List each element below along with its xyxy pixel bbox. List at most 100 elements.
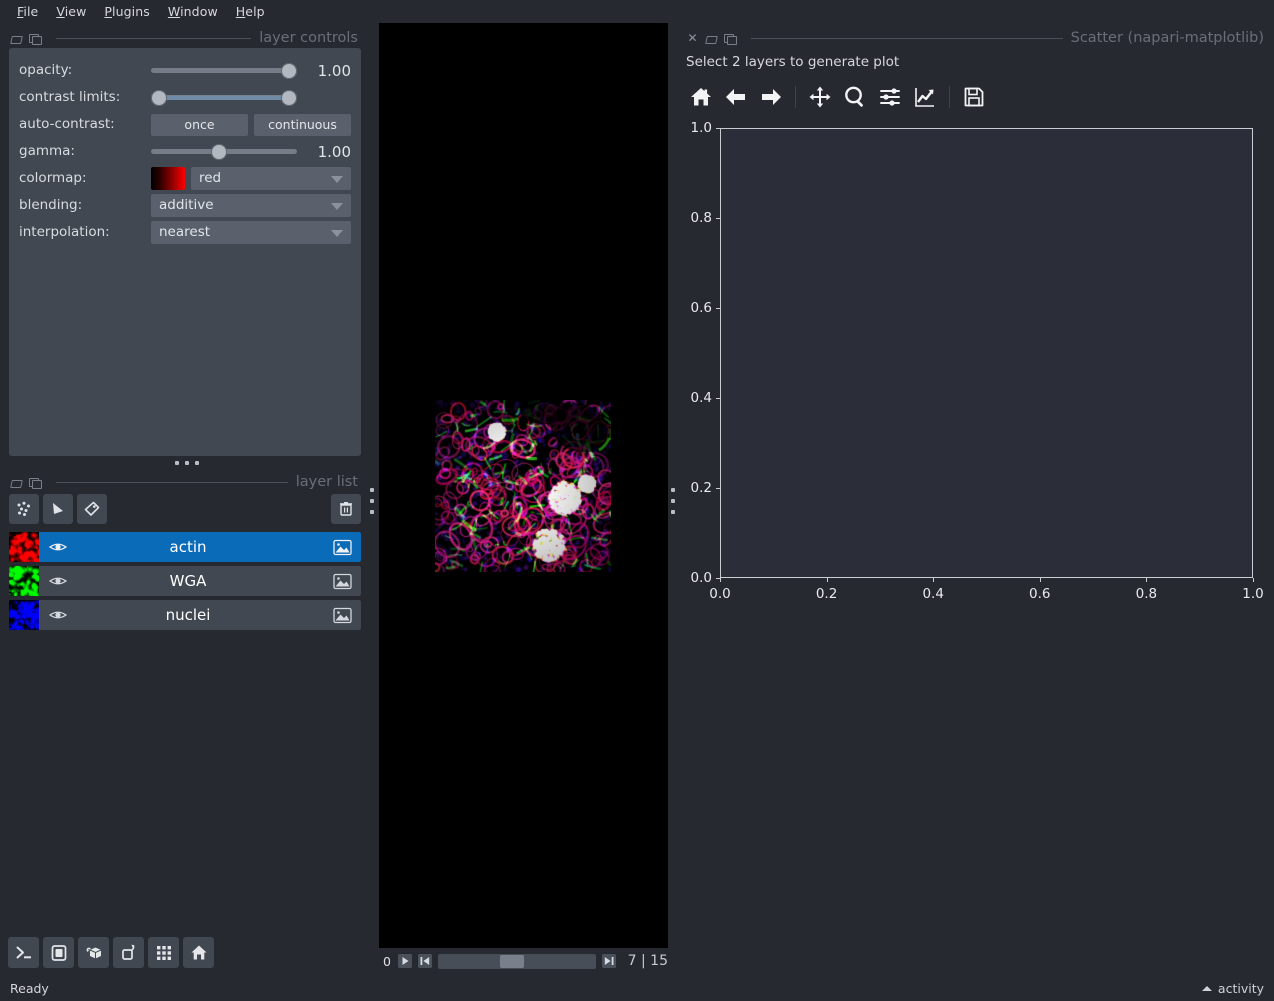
x-tick-label: 0.4 [922,586,944,602]
gamma-label: gamma: [19,143,75,159]
layer-list-dock-header: layer list [10,471,360,493]
chevron-down-icon [331,176,343,183]
x-tick-mark [826,578,828,582]
y-tick-label: 0.6 [690,300,712,316]
menu-item-plugins[interactable]: Plugins [95,2,158,21]
activity-button[interactable]: activity [1201,980,1264,996]
layer-list-title: layer list [295,474,358,490]
layer-name-label: nuclei [165,606,211,624]
subplot-sliders-icon[interactable] [875,82,905,112]
gamma-slider[interactable] [151,138,297,165]
image-layer-type-icon [331,537,353,557]
header-divider [56,37,252,39]
y-tick-mark [716,308,720,309]
interpolation-combobox[interactable]: nearest [151,221,351,244]
image-layer-type-icon [331,605,353,625]
console-icon [16,946,31,958]
interpolation-label: interpolation: [19,224,110,240]
dock-icon[interactable] [29,476,42,489]
chevron-down-icon [331,203,343,210]
contrast-limits-slider[interactable] [151,84,297,111]
transpose-dims-button[interactable] [113,937,144,968]
colormap-value: red [199,170,222,186]
forward-arrow-icon[interactable] [756,82,786,112]
scatter-hint-label: Select 2 layers to generate plot [686,54,900,70]
first-frame-button[interactable] [417,953,433,969]
y-tick-mark [716,218,720,219]
layer-row-nuclei[interactable]: nuclei [9,600,361,630]
activity-label: activity [1217,980,1264,996]
x-tick-mark [933,578,935,582]
matplotlib-toolbar [686,80,989,114]
dimension-slider-row: 0 7 | 15 [379,948,668,974]
contrast-limits-label: contrast limits: [19,89,121,105]
blending-combobox[interactable]: additive [151,194,351,217]
layer-thumbnail [9,566,39,596]
console-button[interactable] [8,937,39,968]
ndisplay-button[interactable] [43,937,74,968]
grid-icon [156,945,171,960]
last-frame-button[interactable] [601,953,617,969]
plot-axes [720,128,1253,578]
opacity-row: 1.00 [151,57,351,84]
x-tick-label: 1.0 [1242,586,1264,602]
shapes-icon [53,502,63,514]
roll-dims-button[interactable] [78,937,109,968]
edit-axis-curve-icon[interactable] [910,82,940,112]
layer-row-actin[interactable]: actin [9,532,361,562]
play-button[interactable] [397,953,413,969]
float-icon[interactable] [10,32,23,45]
layer-name-label: WGA [169,572,207,590]
reset-view-button[interactable] [183,937,214,968]
save-floppy-icon[interactable] [959,82,989,112]
auto-contrast-once-button[interactable]: once [151,113,248,136]
home-icon[interactable] [686,82,716,112]
viewer-buttons-bar [8,937,214,968]
float-icon[interactable] [10,476,23,489]
menu-item-help[interactable]: Help [227,2,274,21]
scatter-plot-figure[interactable]: 0.0 0.2 0.4 0.6 0.8 1.0 0.0 0.2 0.4 0.6 0.8 1.0 [676,118,1274,608]
skip-first-icon [418,954,432,968]
pan-move-icon[interactable] [805,82,835,112]
horizontal-splitter-handle[interactable] [165,457,209,469]
layer-row-wga[interactable]: WGA [9,566,361,596]
new-labels-layer-button[interactable] [77,493,107,524]
menu-item-window[interactable]: Window [159,2,227,21]
header-divider [56,481,288,483]
new-shapes-layer-button[interactable] [43,493,73,524]
zoom-magnifier-icon[interactable] [840,82,870,112]
y-tick-label: 0.8 [690,210,712,226]
y-tick-label: 0.0 [690,570,712,586]
microscopy-image [435,400,611,572]
opacity-label: opacity: [19,62,73,78]
dimension-slider[interactable] [438,953,596,969]
layer-thumbnail [9,600,39,630]
layer-list-toolbar [9,492,361,525]
dock-icon[interactable] [29,32,42,45]
colormap-combobox[interactable]: red [191,167,351,190]
new-points-layer-button[interactable] [9,493,39,524]
viewer-canvas[interactable] [379,23,668,948]
menu-item-file[interactable]: File [8,2,47,21]
image-layer-type-icon [331,571,353,591]
grid-view-button[interactable] [148,937,179,968]
square-2d-icon [51,944,66,961]
menu-item-view[interactable]: View [47,2,95,21]
y-tick-mark [716,128,720,129]
opacity-slider[interactable] [151,57,297,84]
menu-bar: File View Plugins Window Help [0,0,1274,23]
dock-icon[interactable] [724,32,737,45]
vertical-splitter-handle-left[interactable] [366,486,378,516]
y-tick-mark [716,488,720,489]
points-icon [17,501,30,516]
float-icon[interactable] [705,32,718,45]
close-icon[interactable]: ✕ [686,31,699,45]
dim-axis-label: 0 [383,953,391,969]
layer-row-body: WGA [39,566,361,596]
auto-contrast-continuous-button[interactable]: continuous [254,113,351,136]
play-icon [398,954,412,968]
delete-layer-button[interactable] [331,493,361,524]
back-arrow-icon[interactable] [721,82,751,112]
chevron-up-icon [1201,985,1212,991]
y-tick-mark [716,398,720,399]
